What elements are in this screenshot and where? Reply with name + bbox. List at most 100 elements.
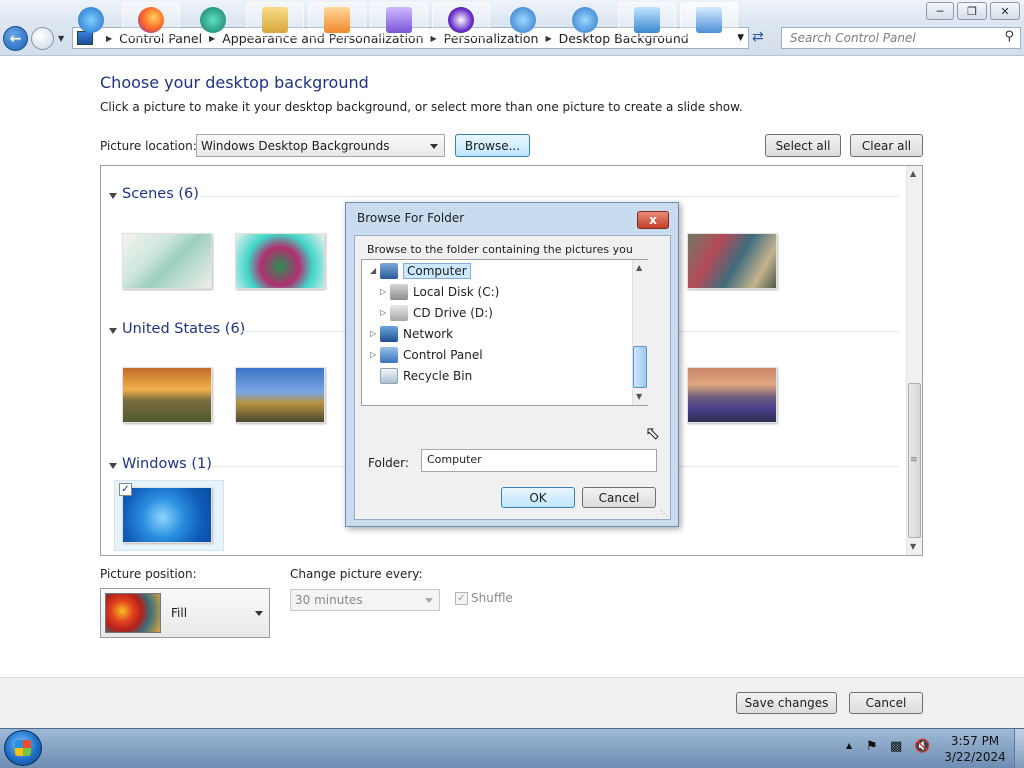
- show-hidden-icons-icon[interactable]: ▲: [846, 741, 852, 750]
- control-panel-icon: [380, 346, 398, 363]
- taskbar-app-purple[interactable]: [432, 2, 490, 38]
- tree-item-recycle-bin[interactable]: Recycle Bin: [380, 365, 472, 386]
- back-button[interactable]: ←: [3, 26, 28, 51]
- collapse-group-icon[interactable]: [109, 193, 117, 199]
- restore-icon: ❐: [967, 4, 977, 18]
- picture-position-select[interactable]: Fill: [100, 588, 270, 638]
- select-all-button[interactable]: Select all: [765, 134, 841, 157]
- dolphin-icon: [634, 7, 660, 33]
- taskbar-internet-explorer[interactable]: [62, 2, 120, 38]
- collapsed-arrow-icon[interactable]: ▷: [380, 308, 390, 317]
- collapse-group-icon[interactable]: [109, 328, 117, 334]
- wallpaper-thumbnail[interactable]: [122, 367, 212, 423]
- network-icon: [380, 325, 398, 342]
- start-button[interactable]: [4, 730, 42, 766]
- wallpaper-checkbox[interactable]: ✓: [119, 483, 132, 496]
- taskbar-app-teal[interactable]: [184, 2, 242, 38]
- dialog-title: Browse For Folder: [357, 211, 465, 225]
- folder-tree[interactable]: ◢ Computer ▷ Local Disk (C:) ▷ CD Drive …: [361, 259, 648, 406]
- taskbar-media-player[interactable]: [308, 2, 366, 38]
- taskbar-app-dolphin[interactable]: [618, 2, 676, 38]
- tree-item-cd-drive[interactable]: ▷ CD Drive (D:): [380, 302, 493, 323]
- cd-drive-icon: [390, 304, 408, 321]
- collapsed-arrow-icon[interactable]: ▷: [380, 287, 390, 296]
- tree-item-label: Computer: [403, 262, 471, 279]
- taskbar-firefox[interactable]: [122, 2, 180, 38]
- taskbar-file-explorer[interactable]: [246, 2, 304, 38]
- maximize-button[interactable]: ❐: [957, 2, 987, 20]
- scroll-up-icon[interactable]: ▲: [636, 263, 642, 272]
- tree-item-label: Local Disk (C:): [413, 284, 500, 299]
- scroll-up-icon[interactable]: ▲: [910, 169, 916, 178]
- group-header-scenes[interactable]: Scenes (6): [122, 186, 199, 202]
- grip-icon: ≡: [910, 455, 918, 465]
- globe-icon: [510, 7, 536, 33]
- picture-position-label: Picture position:: [100, 567, 197, 581]
- tree-item-local-disk[interactable]: ▷ Local Disk (C:): [380, 281, 499, 302]
- picture-position-value: Fill: [171, 606, 188, 620]
- clear-all-button[interactable]: Clear all: [850, 134, 923, 157]
- chevron-down-icon: [255, 611, 263, 616]
- triangle-app-icon: [386, 7, 412, 33]
- internet-explorer-icon: [78, 7, 104, 33]
- wallpaper-thumbnail[interactable]: [687, 367, 777, 423]
- action-center-flag-icon[interactable]: ⚑: [866, 739, 878, 754]
- resize-grip-icon[interactable]: ⋱: [660, 509, 668, 518]
- back-arrow-icon: ←: [9, 30, 22, 47]
- globe-shield-icon: [572, 7, 598, 33]
- wallpaper-thumbnail[interactable]: [235, 233, 325, 289]
- group-header-united-states[interactable]: United States (6): [122, 321, 245, 337]
- taskbar-clock[interactable]: 3:57 PM 3/22/2024: [940, 733, 1010, 765]
- wallpaper-thumbnail[interactable]: [235, 367, 325, 423]
- scroll-down-icon[interactable]: ▼: [910, 542, 916, 551]
- recycle-bin-icon: [380, 367, 398, 384]
- tree-item-label: Recycle Bin: [403, 368, 473, 383]
- shuffle-checkbox[interactable]: ✓: [455, 592, 468, 605]
- collapsed-arrow-icon[interactable]: ▷: [370, 329, 380, 338]
- group-header-windows[interactable]: Windows (1): [122, 456, 212, 472]
- tree-item-network[interactable]: ▷ Network: [370, 323, 453, 344]
- volume-muted-icon[interactable]: 🔇: [914, 739, 930, 754]
- forward-button[interactable]: [31, 27, 54, 50]
- tree-scrollbar-thumb[interactable]: [633, 346, 647, 388]
- tree-item-control-panel[interactable]: ▷ Control Panel: [370, 344, 483, 365]
- cancel-button[interactable]: Cancel: [849, 692, 923, 714]
- collapsed-arrow-icon[interactable]: ▷: [370, 350, 380, 359]
- clock-date: 3/22/2024: [944, 750, 1006, 764]
- ok-button[interactable]: OK: [501, 487, 575, 508]
- search-icon[interactable]: ⚲: [1004, 29, 1014, 44]
- expanded-arrow-icon[interactable]: ◢: [370, 266, 380, 275]
- chevron-down-icon: [430, 143, 438, 149]
- taskbar-app-globe-shield[interactable]: [556, 2, 614, 38]
- change-interval-label: Change picture every:: [290, 567, 423, 581]
- collapse-group-icon[interactable]: [109, 463, 117, 469]
- taskbar-app-globe[interactable]: [494, 2, 552, 38]
- tree-item-computer[interactable]: ◢ Computer: [370, 260, 471, 281]
- wallpaper-thumbnail[interactable]: [687, 233, 777, 289]
- scroll-down-icon[interactable]: ▼: [636, 392, 642, 401]
- minimize-button[interactable]: ─: [926, 2, 954, 20]
- search-placeholder: Search Control Panel: [790, 31, 916, 45]
- chat-bubble-icon: [200, 7, 226, 33]
- computer-icon: [380, 262, 398, 279]
- folder-field[interactable]: Computer: [421, 449, 657, 472]
- taskbar-app-violet[interactable]: [370, 2, 428, 38]
- wallpaper-thumbnail[interactable]: [122, 233, 212, 289]
- picture-location-value: Windows Desktop Backgrounds: [201, 138, 390, 153]
- change-interval-select[interactable]: 30 minutes: [290, 589, 440, 611]
- dialog-close-button[interactable]: x: [637, 211, 669, 229]
- browse-button[interactable]: Browse...: [455, 134, 530, 157]
- chevron-down-icon: [425, 598, 433, 603]
- picture-location-select[interactable]: Windows Desktop Backgrounds: [196, 134, 445, 157]
- taskbar-control-panel[interactable]: [680, 2, 738, 38]
- address-history-dropdown[interactable]: ▼: [737, 33, 744, 43]
- network-status-icon[interactable]: ▩: [890, 739, 902, 754]
- tree-item-label: CD Drive (D:): [413, 305, 493, 320]
- dialog-cancel-button[interactable]: Cancel: [582, 487, 656, 508]
- wallpaper-thumbnail-selected[interactable]: [122, 487, 212, 543]
- search-input[interactable]: Search Control Panel ⚲: [781, 27, 1021, 49]
- close-window-button[interactable]: ✕: [990, 2, 1020, 20]
- refresh-icon[interactable]: ⇄: [752, 29, 764, 45]
- save-changes-button[interactable]: Save changes: [736, 692, 837, 714]
- show-desktop-button[interactable]: [1014, 729, 1024, 768]
